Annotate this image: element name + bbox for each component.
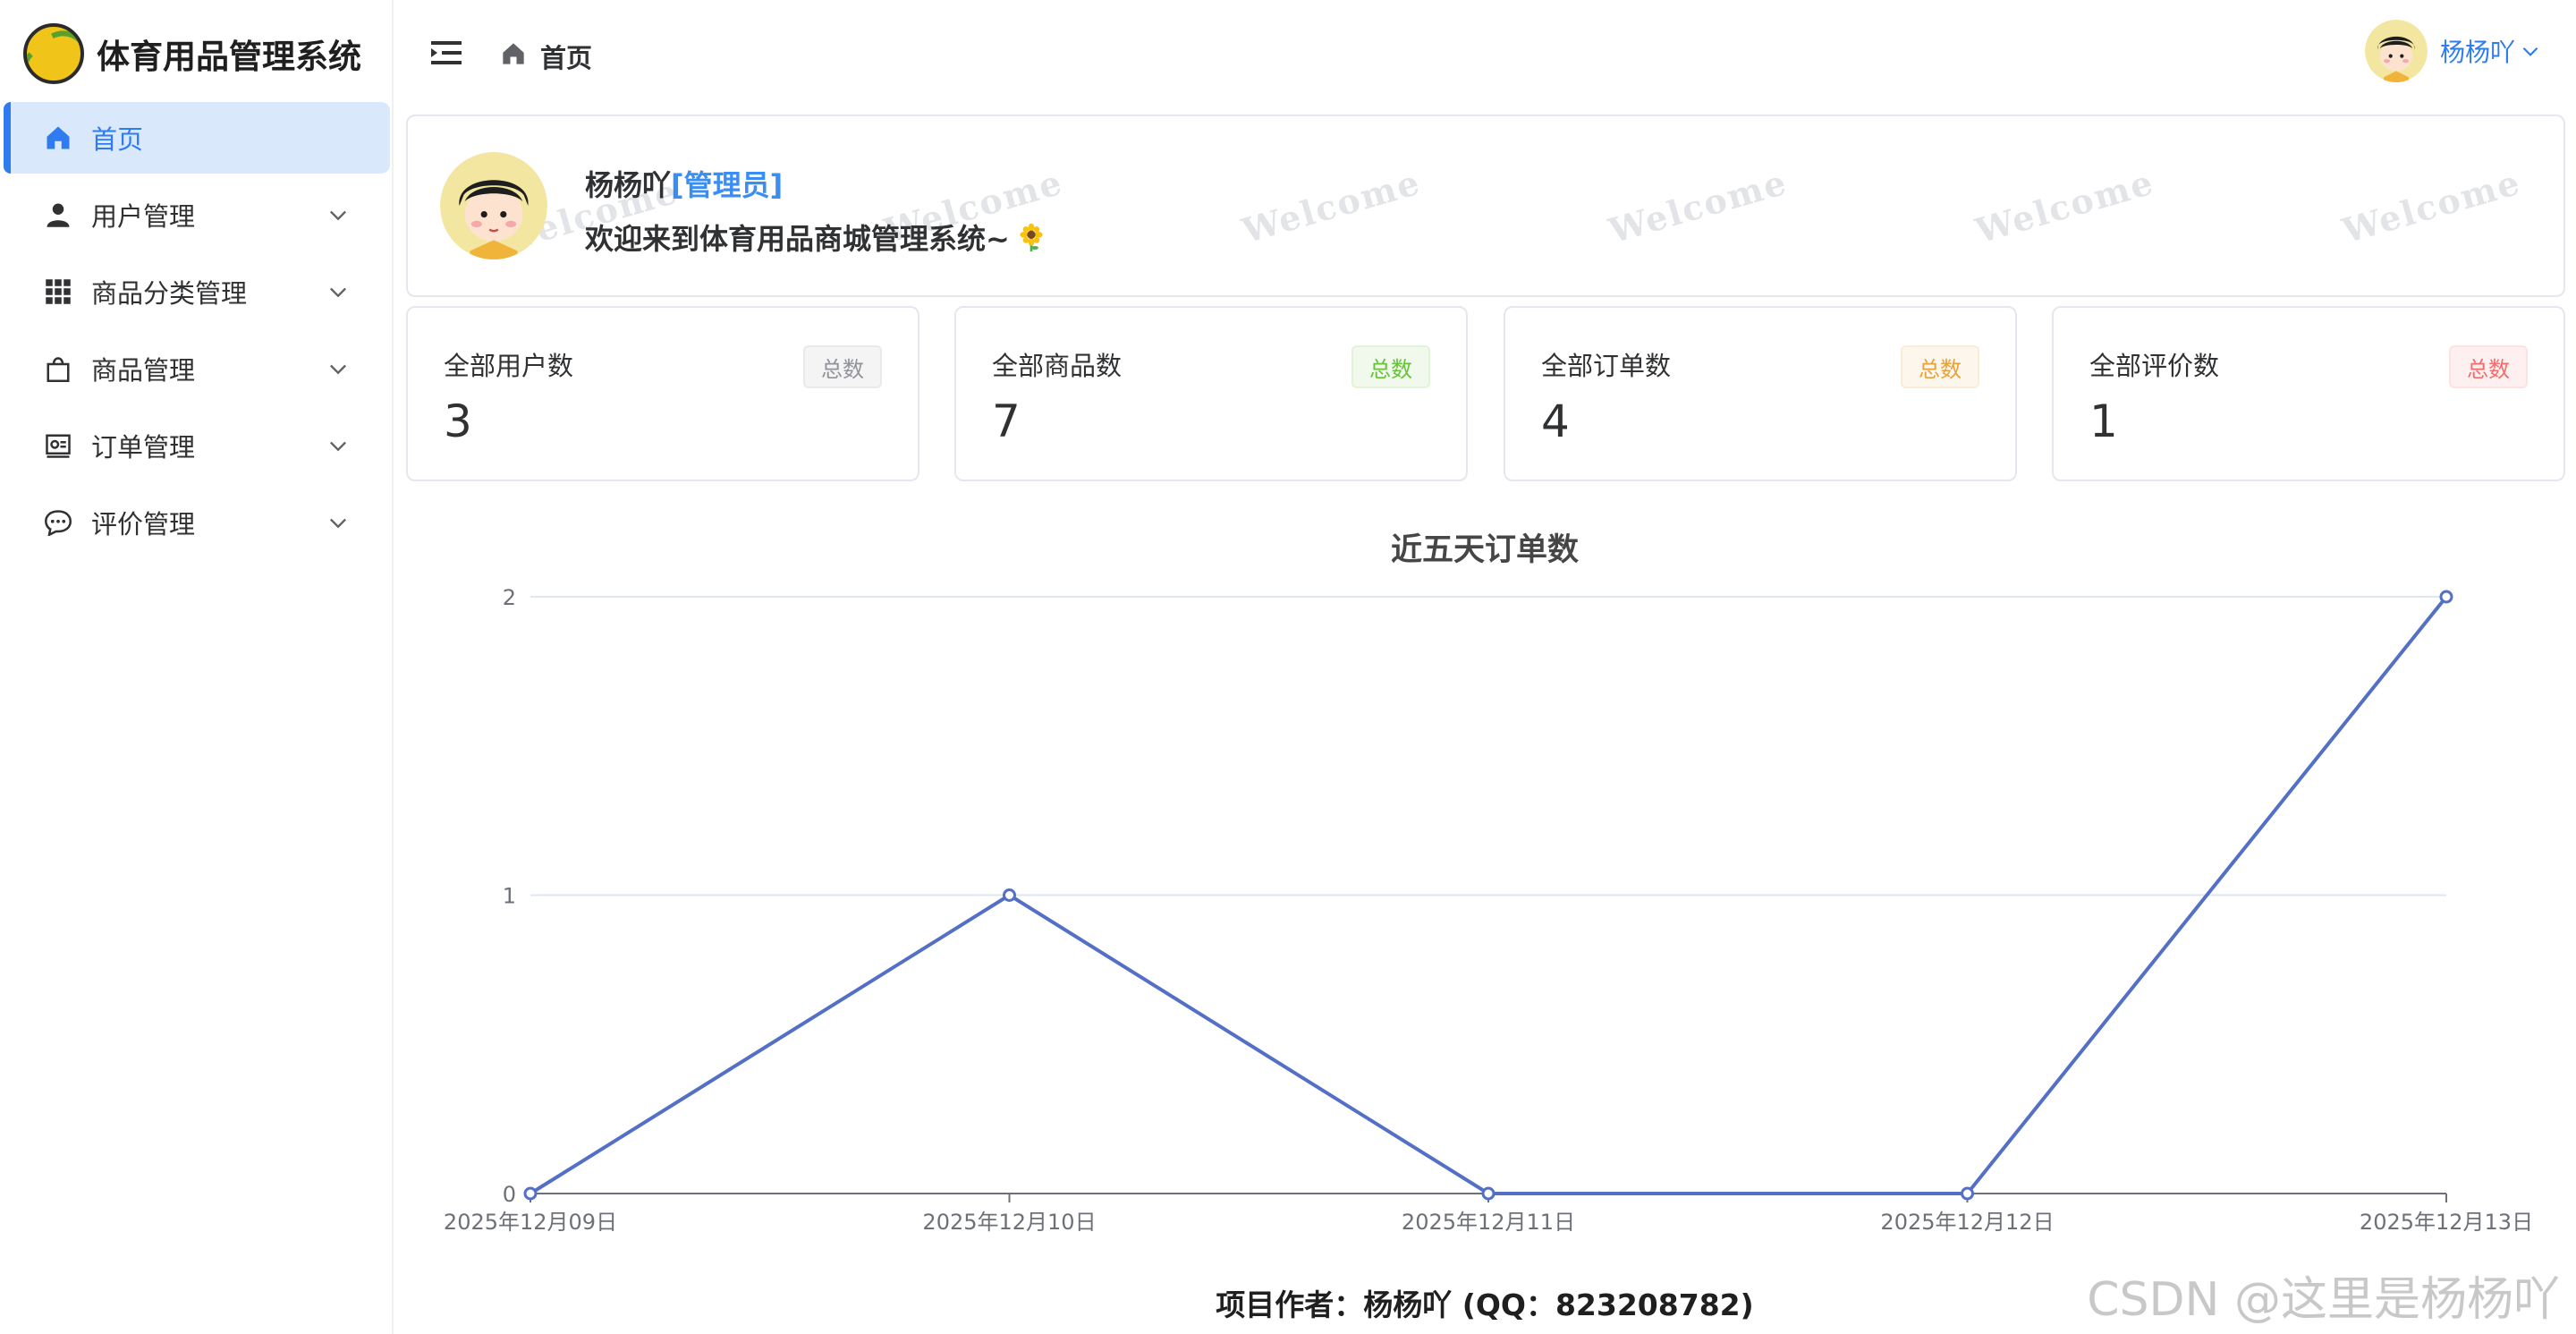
chevron-down-icon: [2522, 47, 2538, 56]
chevron-down-icon: [330, 441, 346, 452]
orders-line-chart: 0 1 2 2025年12月09日 2025年12月10日 2025年12月11日 2025…: [444, 585, 2533, 1235]
stat-label: 全部订单数: [1541, 351, 1672, 381]
sidebar-item-label: 首页: [91, 124, 144, 155]
welcome-watermark: Welcome: [1604, 161, 1792, 251]
y-tick-label: 1: [503, 884, 516, 909]
stat-label: 全部商品数: [992, 351, 1123, 381]
stat-value: 1: [2089, 395, 2118, 447]
sidebar-item-products[interactable]: 商品管理: [4, 333, 390, 404]
stat-card-products: 全部商品数 总数 7: [954, 306, 1468, 481]
chevron-down-icon: [330, 287, 346, 298]
sidebar: 体育用品管理系统 首页 用户管理 商品分类管理 商品管理 订单管理 评价管理: [0, 0, 394, 1334]
x-tick-label: 2025年12月11日: [1402, 1210, 1575, 1235]
user-dropdown[interactable]: 杨杨吖: [2364, 20, 2542, 82]
welcome-role: [管理员]: [671, 168, 784, 202]
stat-tag: 总数: [803, 345, 882, 388]
comment-icon: [43, 507, 73, 538]
welcome-message: 欢迎来到体育用品商城管理系统~: [585, 222, 1010, 256]
stat-label: 全部用户数: [444, 351, 574, 381]
stat-value: 7: [992, 395, 1021, 447]
tennis-ball-logo-icon: [23, 23, 84, 84]
sidebar-item-home[interactable]: 首页: [4, 102, 390, 174]
sidebar-item-label: 商品管理: [91, 355, 196, 386]
top-header: 首页 杨杨吖: [395, 0, 2576, 109]
welcome-watermark: Welcome: [2337, 161, 2526, 251]
app-logo: 体育用品管理系统: [23, 18, 361, 89]
stat-card-orders: 全部订单数 总数 4: [1504, 306, 2017, 481]
home-icon: [43, 123, 73, 153]
sidebar-item-categories[interactable]: 商品分类管理: [4, 256, 390, 327]
welcome-avatar: [440, 152, 547, 259]
sidebar-item-orders[interactable]: 订单管理: [4, 410, 390, 481]
welcome-watermark: Welcome: [1970, 161, 2159, 251]
sunflower-icon: [1020, 223, 1043, 251]
stat-value: 3: [444, 395, 472, 447]
x-tick-label: 2025年12月10日: [922, 1210, 1096, 1235]
author-footer: 项目作者：杨杨吖 (QQ：823208782): [1216, 1287, 1754, 1322]
bag-icon: [43, 353, 73, 384]
user-icon: [43, 200, 73, 230]
data-point: [1003, 888, 1016, 902]
breadcrumb-home-icon: [503, 43, 524, 64]
x-tick-label: 2025年12月13日: [2360, 1210, 2533, 1235]
x-tick-label: 2025年12月12日: [1880, 1210, 2054, 1235]
app-title: 体育用品管理系统: [97, 38, 361, 76]
stat-card-reviews: 全部评价数 总数 1: [2052, 306, 2565, 481]
chevron-down-icon: [330, 364, 346, 375]
welcome-message-row: 欢迎来到体育用品商城管理系统~: [585, 217, 1046, 258]
stat-label: 全部评价数: [2089, 351, 2220, 381]
chevron-down-icon: [330, 518, 346, 529]
stat-tag: 总数: [2449, 345, 2528, 388]
y-tick-label: 0: [503, 1182, 516, 1207]
welcome-watermark: Welcome: [1237, 161, 1426, 251]
stat-tag: 总数: [1901, 345, 1979, 388]
data-point: [523, 1186, 538, 1201]
welcome-name-row: 杨杨吖[管理员]: [585, 163, 783, 204]
sidebar-item-label: 用户管理: [91, 201, 196, 232]
data-point: [1481, 1186, 1496, 1201]
y-tick-label: 2: [503, 585, 516, 610]
chevron-down-icon: [330, 210, 346, 221]
grid-icon: [43, 276, 73, 307]
breadcrumb[interactable]: 首页: [540, 38, 592, 75]
sidebar-menu: 首页 用户管理 商品分类管理 商品管理 订单管理 评价管理: [0, 102, 394, 564]
stat-card-users: 全部用户数 总数 3: [406, 306, 919, 481]
data-point: [1961, 1186, 1974, 1201]
welcome-name: 杨杨吖: [585, 168, 672, 202]
header-username: 杨杨吖: [2439, 38, 2515, 67]
sidebar-item-label: 订单管理: [91, 432, 196, 463]
x-tick-label: 2025年12月09日: [444, 1210, 617, 1235]
stat-tag: 总数: [1352, 345, 1430, 388]
order-icon: [43, 430, 73, 461]
welcome-card: Welcome Welcome Welcome Welcome Welcome …: [406, 115, 2565, 297]
sidebar-item-label: 商品分类管理: [91, 278, 248, 309]
stat-value: 4: [1541, 395, 1570, 447]
menu-fold-icon[interactable]: [431, 39, 462, 66]
avatar: [2364, 20, 2428, 82]
sidebar-item-reviews[interactable]: 评价管理: [4, 487, 390, 558]
sidebar-item-users[interactable]: 用户管理: [4, 179, 390, 251]
data-point: [2439, 590, 2453, 604]
sidebar-item-label: 评价管理: [91, 509, 196, 540]
csdn-watermark: CSDN @这里是杨杨吖: [2087, 1273, 2560, 1327]
